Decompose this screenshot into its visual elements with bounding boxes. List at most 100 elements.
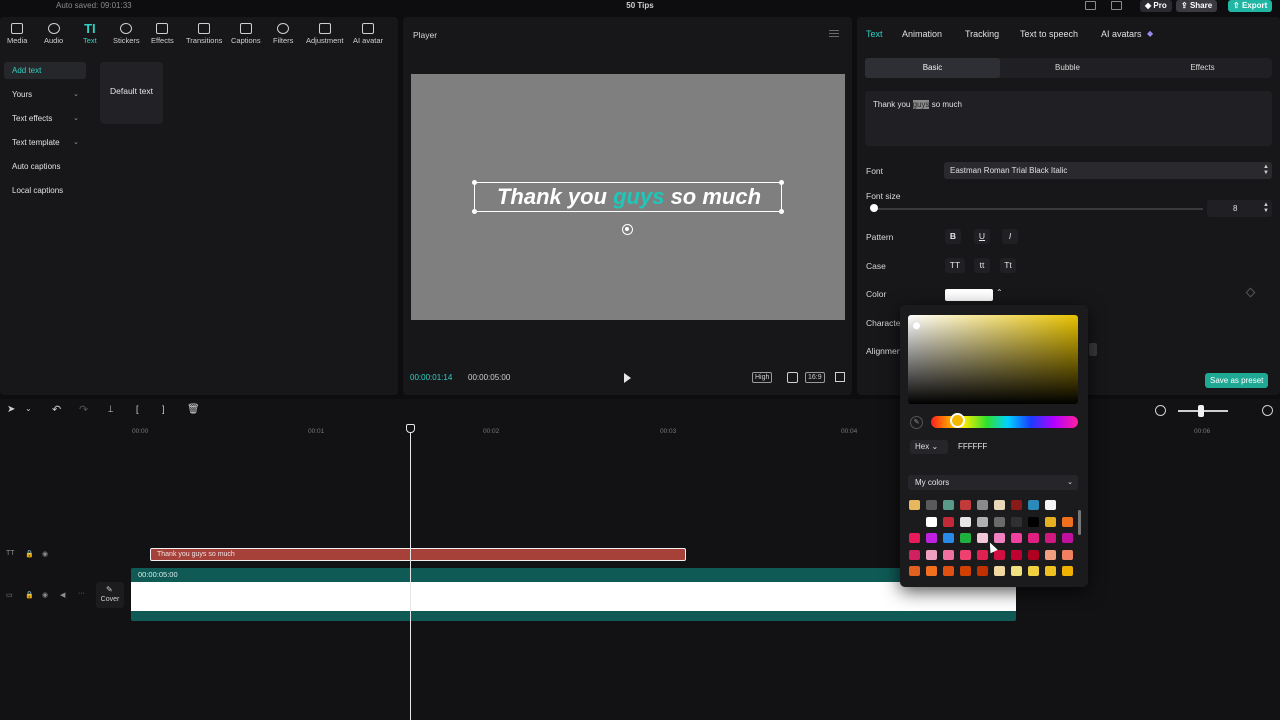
tool-transitions[interactable]: Transitions bbox=[186, 23, 222, 45]
color-mode-select[interactable]: Hex ⌄ bbox=[910, 440, 948, 454]
titlecase-button[interactable]: Tt bbox=[1000, 258, 1016, 273]
color-swatch-option[interactable] bbox=[943, 533, 954, 543]
side-item-auto-captions[interactable]: Auto captions bbox=[4, 158, 86, 175]
color-swatch-option[interactable] bbox=[1045, 516, 1056, 527]
color-swatch-option[interactable] bbox=[1028, 549, 1039, 560]
side-item-text-effects[interactable]: Text effects ⌄ bbox=[4, 110, 86, 127]
preview-canvas[interactable]: Thank you guys so much bbox=[411, 74, 845, 320]
side-item-yours[interactable]: Yours ⌄ bbox=[4, 86, 86, 103]
color-swatch-option[interactable] bbox=[960, 566, 971, 576]
trim-left-icon[interactable]: [ bbox=[136, 404, 139, 414]
color-swatch-option[interactable] bbox=[994, 566, 1005, 576]
fit-icon[interactable] bbox=[787, 372, 798, 383]
color-swatch-option[interactable] bbox=[960, 500, 971, 510]
color-swatch-option[interactable] bbox=[960, 533, 971, 543]
color-swatch-option[interactable] bbox=[994, 500, 1005, 510]
color-swatch-option[interactable] bbox=[1011, 516, 1022, 527]
color-swatch-option[interactable] bbox=[1028, 566, 1039, 576]
caption-text[interactable]: Thank you guys so much bbox=[475, 183, 783, 211]
color-swatch-option[interactable] bbox=[960, 516, 971, 527]
resize-handle[interactable] bbox=[779, 180, 784, 185]
tab-ai-avatars[interactable]: AI avatars bbox=[1101, 29, 1142, 39]
zoom-in-icon[interactable] bbox=[1262, 405, 1273, 416]
color-swatch-option[interactable] bbox=[1011, 533, 1022, 543]
font-size-slider[interactable] bbox=[871, 208, 1203, 210]
menu-icon[interactable] bbox=[829, 30, 839, 37]
color-swatch-option[interactable] bbox=[977, 516, 988, 527]
tool-filters[interactable]: Filters bbox=[273, 23, 293, 45]
tool-text[interactable]: TI Text bbox=[83, 22, 97, 45]
color-swatch-option[interactable] bbox=[1045, 533, 1056, 543]
panel-icon[interactable] bbox=[1111, 1, 1122, 10]
delete-icon[interactable]: 🗑 bbox=[187, 404, 200, 415]
zoom-out-icon[interactable] bbox=[1155, 405, 1166, 416]
eye-icon[interactable]: ◉ bbox=[42, 550, 48, 558]
color-swatch-option[interactable] bbox=[1028, 516, 1039, 527]
lock-icon[interactable]: 🔒 bbox=[25, 550, 34, 558]
color-swatch-option[interactable] bbox=[909, 549, 920, 560]
color-swatch-option[interactable] bbox=[1062, 533, 1073, 543]
color-swatch-option[interactable] bbox=[1062, 500, 1073, 510]
color-swatch-option[interactable] bbox=[977, 549, 988, 560]
color-swatch-option[interactable] bbox=[994, 516, 1005, 527]
tool-effects[interactable]: Effects bbox=[151, 23, 174, 45]
export-button[interactable]: ⇧ Export bbox=[1228, 0, 1273, 12]
saturation-knob[interactable] bbox=[912, 321, 921, 330]
layout-icon[interactable] bbox=[1085, 1, 1096, 10]
zoom-slider-knob[interactable] bbox=[1198, 405, 1204, 417]
default-text-card[interactable]: Default text bbox=[100, 62, 163, 124]
ratio-button[interactable]: 16:9 bbox=[805, 372, 825, 383]
color-swatch-option[interactable] bbox=[943, 549, 954, 560]
hex-input[interactable]: FFFFFF bbox=[952, 440, 1078, 454]
playhead[interactable] bbox=[410, 428, 411, 720]
color-swatch-option[interactable] bbox=[926, 500, 937, 510]
subtab-effects[interactable]: Effects bbox=[1135, 58, 1270, 78]
caption-selection-box[interactable]: Thank you guys so much bbox=[472, 180, 784, 214]
play-icon[interactable] bbox=[624, 373, 631, 383]
italic-button[interactable]: I bbox=[1002, 229, 1018, 244]
color-swatch-option[interactable] bbox=[1028, 533, 1039, 543]
color-swatch-option[interactable] bbox=[909, 516, 920, 527]
side-item-add-text[interactable]: Add text bbox=[4, 62, 86, 79]
keyframe-icon[interactable] bbox=[1245, 287, 1256, 298]
tool-adjustment[interactable]: Adjustment bbox=[306, 23, 344, 45]
audio-mute-icon[interactable]: ◀ bbox=[60, 591, 65, 599]
color-swatch-option[interactable] bbox=[977, 566, 988, 576]
color-swatch-option[interactable] bbox=[1011, 500, 1022, 510]
tool-ai-avatar[interactable]: AI avatar bbox=[353, 23, 383, 45]
more-icon[interactable]: ··· bbox=[78, 590, 85, 597]
resize-handle[interactable] bbox=[472, 180, 477, 185]
share-button[interactable]: ⇪ Share bbox=[1176, 0, 1218, 12]
color-swatch-option[interactable] bbox=[1062, 566, 1073, 576]
color-swatch-option[interactable] bbox=[994, 549, 1005, 560]
alignment-chip[interactable] bbox=[1089, 343, 1097, 356]
trim-right-icon[interactable]: ] bbox=[162, 404, 165, 414]
font-size-slider-knob[interactable] bbox=[870, 204, 879, 212]
color-swatch-option[interactable] bbox=[1045, 566, 1056, 576]
saturation-value-area[interactable] bbox=[908, 315, 1078, 404]
tool-media[interactable]: Media bbox=[7, 23, 27, 45]
swatch-scrollbar[interactable] bbox=[1078, 510, 1081, 535]
font-select[interactable]: Eastman Roman Trial Black Italic ▲ ▼ bbox=[944, 162, 1272, 179]
hue-slider-knob[interactable] bbox=[950, 413, 965, 428]
color-swatch-option[interactable] bbox=[926, 566, 937, 576]
fullscreen-icon[interactable] bbox=[835, 372, 845, 382]
save-as-preset-button[interactable]: Save as preset bbox=[1205, 373, 1269, 388]
quality-button[interactable]: High bbox=[752, 372, 773, 383]
redo-icon[interactable]: ↷ bbox=[79, 403, 88, 416]
side-item-text-template[interactable]: Text template ⌄ bbox=[4, 134, 86, 151]
color-swatch-option[interactable] bbox=[977, 533, 988, 543]
undo-icon[interactable]: ↶ bbox=[52, 403, 61, 416]
lowercase-button[interactable]: tt bbox=[974, 258, 990, 273]
color-swatch-option[interactable] bbox=[1062, 549, 1073, 560]
color-swatch-option[interactable] bbox=[943, 566, 954, 576]
playhead-handle[interactable] bbox=[406, 424, 415, 433]
time-ruler[interactable]: 00:00 00:01 00:02 00:03 00:04 00:06 bbox=[130, 425, 1280, 437]
color-swatch-option[interactable] bbox=[943, 500, 954, 510]
rotate-icon[interactable] bbox=[622, 224, 633, 235]
tab-text-to-speech[interactable]: Text to speech bbox=[1020, 29, 1078, 39]
resize-handle[interactable] bbox=[472, 209, 477, 214]
color-swatch-option[interactable] bbox=[960, 549, 971, 560]
split-icon[interactable]: ⟘ bbox=[108, 404, 113, 415]
lock-icon[interactable]: 🔒 bbox=[25, 591, 34, 599]
